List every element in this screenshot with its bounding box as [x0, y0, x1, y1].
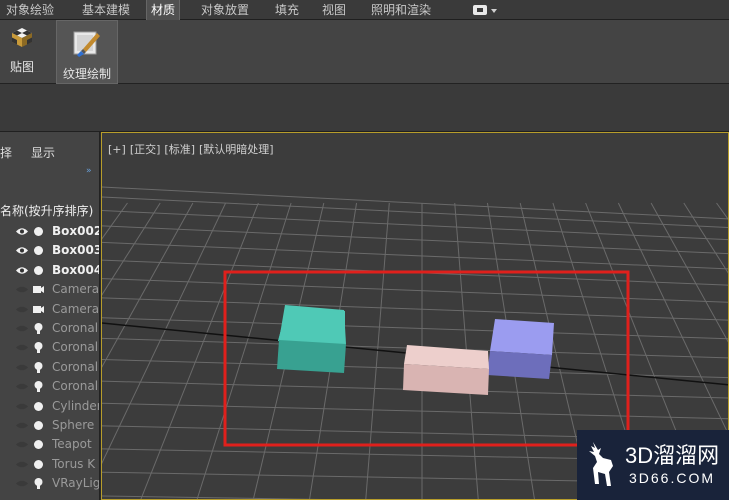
scene-list-item[interactable]: Sphere	[0, 416, 99, 435]
hidden-visibility-icon[interactable]	[15, 439, 29, 450]
light-bulb-icon	[34, 478, 43, 490]
scene-item-name: Coronal	[52, 359, 99, 374]
box-teal[interactable]	[277, 305, 346, 373]
scene-item-name: Coronal	[52, 340, 99, 355]
collapse-arrows-icon[interactable]: »	[86, 166, 92, 176]
scene-item-name: Coronal	[52, 379, 99, 394]
scene-item-name: VRayLig	[52, 476, 100, 491]
hidden-visibility-icon[interactable]	[15, 459, 29, 470]
scene-item-name: Coronal	[52, 321, 99, 335]
viewport-lighting-menu[interactable]: [默认明暗处理]	[199, 143, 274, 156]
scene-item-name: Box002	[52, 224, 100, 238]
hidden-visibility-icon[interactable]	[15, 304, 29, 315]
geometry-icon	[34, 421, 43, 430]
scene-list-item[interactable]: Coronal	[0, 319, 99, 338]
box-blue[interactable]	[487, 319, 554, 379]
scene-explorer: 择 显示 » 名称(按升序排序) Box002 Box003 Box004 Camer…	[0, 132, 100, 500]
command-strip	[0, 84, 729, 132]
texture-paint-button[interactable]: 纹理绘制	[56, 20, 118, 84]
light-bulb-icon	[34, 361, 43, 373]
tab-basic-modeling[interactable]: 基本建模	[78, 0, 134, 20]
light-bulb-icon	[34, 381, 43, 393]
scene-item-name: Teapot	[52, 437, 92, 452]
viewport-label[interactable]: [+] [正交] [标准] [默认明暗处理]	[108, 141, 278, 157]
hidden-visibility-icon[interactable]	[15, 420, 29, 431]
scene-item-name: Box003	[52, 243, 100, 258]
hidden-visibility-icon[interactable]	[15, 342, 29, 353]
scene-list-item[interactable]: Box002	[0, 222, 100, 241]
checker-map-icon	[12, 28, 32, 47]
hidden-visibility-icon[interactable]	[15, 323, 29, 334]
map-label: 贴图	[9, 60, 34, 74]
camera-icon	[33, 286, 44, 294]
hidden-visibility-icon[interactable]	[15, 362, 29, 373]
ribbon-tab-bar: 对象绘验 基本建模 材质 对象放置 填充 视图 照明和渲染	[0, 0, 729, 20]
name-column-header[interactable]: 名称(按升序排序)	[0, 202, 93, 219]
ribbon-panel: 贴图 纹理绘制	[0, 20, 729, 84]
scene-list-item[interactable]: VRayLig	[0, 474, 100, 493]
geometry-icon	[34, 265, 43, 275]
scene-list-item[interactable]: Box003	[0, 241, 100, 260]
panel-options-dropdown-icon[interactable]	[473, 4, 499, 16]
hidden-visibility-icon[interactable]	[15, 284, 29, 295]
scene-item-name: Cylinder	[52, 398, 100, 413]
watermark-logo: 3D溜溜网 3D66.COM	[577, 430, 729, 500]
scene-list-item[interactable]: Camera	[0, 280, 100, 299]
scene-list-item[interactable]: Box004	[0, 261, 100, 280]
hidden-visibility-icon[interactable]	[15, 478, 29, 489]
viewport-plus-menu[interactable]: [+]	[108, 143, 126, 156]
scene-item-name: Camera	[52, 282, 100, 297]
display-menu[interactable]: 显示	[31, 144, 55, 161]
map-button[interactable]: 贴图	[0, 20, 44, 84]
visibility-eye-icon[interactable]	[15, 265, 29, 276]
scene-list-item[interactable]: Coronal	[0, 377, 99, 396]
box-pink[interactable]	[403, 345, 489, 395]
scene-list-item[interactable]: Coronal	[0, 358, 99, 377]
tab-object-inspection[interactable]: 对象绘验	[2, 0, 58, 20]
geometry-icon	[34, 246, 43, 256]
scene-list-item[interactable]: Coronal	[0, 338, 99, 357]
scene-list-item[interactable]: Teapot	[0, 435, 99, 454]
light-bulb-icon	[34, 323, 43, 334]
scene-item-name: Box004	[52, 262, 100, 277]
geometry-icon	[34, 459, 43, 469]
geometry-icon	[34, 440, 43, 450]
camera-icon	[33, 305, 44, 313]
paint-brush-icon	[73, 31, 100, 57]
select-menu[interactable]: 择	[0, 144, 12, 161]
geometry-icon	[34, 401, 43, 411]
scene-list-item[interactable]: Cylinder	[0, 397, 100, 416]
visibility-eye-icon[interactable]	[15, 226, 29, 237]
scene-list-item[interactable]: Camera	[0, 300, 100, 319]
tab-lighting-rendering[interactable]: 照明和渲染	[367, 0, 435, 20]
deer-logo-icon	[589, 442, 613, 486]
texture-paint-label: 纹理绘制	[62, 67, 111, 81]
visibility-eye-icon[interactable]	[15, 245, 29, 256]
scene-item-name: Sphere	[52, 418, 95, 432]
viewport-view-menu[interactable]: [正交]	[130, 143, 161, 156]
tab-view[interactable]: 视图	[318, 0, 350, 20]
tab-populate[interactable]: 填充	[271, 0, 303, 20]
watermark-sub-text: 3D66.COM	[629, 470, 716, 486]
scene-item-name: Torus K	[52, 456, 96, 471]
geometry-icon	[34, 227, 43, 236]
tab-object-placement[interactable]: 对象放置	[197, 0, 253, 20]
viewport-shading-menu[interactable]: [标准]	[164, 143, 195, 156]
hidden-visibility-icon[interactable]	[15, 381, 29, 392]
tab-materials[interactable]: 材质	[146, 0, 181, 20]
scene-item-name: Camera	[52, 301, 100, 316]
light-bulb-icon	[34, 342, 43, 354]
scene-list-item[interactable]: Torus K	[0, 455, 99, 474]
watermark-main-text: 3D溜溜网	[625, 443, 720, 468]
hidden-visibility-icon[interactable]	[15, 401, 29, 412]
